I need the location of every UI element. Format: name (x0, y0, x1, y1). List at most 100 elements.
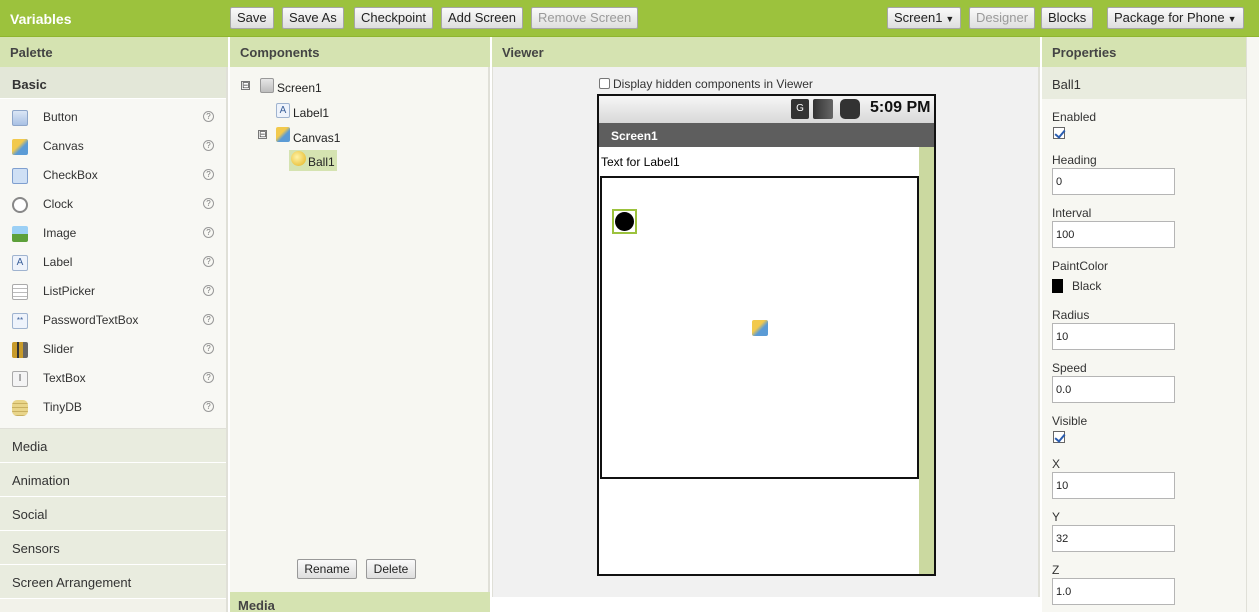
help-icon[interactable]: ? (203, 343, 214, 354)
button-icon (12, 110, 28, 126)
enabled-label: Enabled (1052, 110, 1097, 124)
blocks-button[interactable]: Blocks (1041, 7, 1094, 29)
palette-section-media[interactable]: Media (0, 429, 226, 463)
x-field[interactable]: 10 (1052, 472, 1175, 499)
palette-item-clock[interactable]: Clock ? (0, 192, 226, 221)
paintcolor-value[interactable]: Black (1072, 279, 1101, 293)
package-label: Package for Phone (1114, 10, 1225, 25)
palette-item-label: Label (43, 255, 73, 269)
palette-section-social[interactable]: Social (0, 497, 226, 531)
color-swatch[interactable] (1052, 279, 1063, 293)
palette-item-label: TextBox (43, 371, 86, 385)
help-icon[interactable]: ? (203, 401, 214, 412)
checkpoint-button[interactable]: Checkpoint (354, 7, 434, 29)
add-screen-button[interactable]: Add Screen (441, 7, 523, 29)
phone-preview: G 5:09 PM Screen1 Text for Label1 (597, 94, 936, 576)
heading-field[interactable]: 0 (1052, 168, 1175, 195)
palette-item-label: Clock (43, 197, 74, 211)
components-panel: ⊟ Screen1 A Label1 ⊟ Canvas1 Ball1 Renam… (230, 67, 490, 592)
palette-item-label: Button (43, 110, 78, 124)
chevron-down-icon: ▼ (1227, 14, 1237, 24)
palette-item-textbox[interactable]: I TextBox ? (0, 366, 226, 395)
right-edge (1246, 37, 1259, 612)
x-label: X (1052, 457, 1061, 471)
package-dropdown[interactable]: Package for Phone ▼ (1107, 7, 1244, 29)
palette-item-button[interactable]: Button ? (0, 105, 226, 134)
interval-field[interactable]: 100 (1052, 221, 1175, 248)
palette-item-image[interactable]: Image ? (0, 221, 226, 250)
checkbox-icon (12, 168, 28, 184)
label-icon: A (12, 255, 28, 271)
viewer-header: Viewer (492, 37, 1042, 67)
chevron-down-icon: ▼ (945, 14, 955, 24)
help-icon[interactable]: ? (203, 111, 214, 122)
collapse-icon[interactable]: ⊟ (258, 130, 267, 139)
interval-label: Interval (1052, 206, 1092, 220)
canvas1-preview[interactable] (600, 176, 919, 479)
tree-node-screen1[interactable]: Screen1 (277, 81, 322, 95)
palette-item-label: Image (43, 226, 77, 240)
viewer-panel: Display hidden components in Viewer G 5:… (492, 67, 1040, 597)
save-as-button[interactable]: Save As (282, 7, 344, 29)
help-icon[interactable]: ? (203, 256, 214, 267)
palette-list: Button ? Canvas ? CheckBox ? Clock ? Ima… (0, 99, 226, 429)
radius-field[interactable]: 10 (1052, 323, 1175, 350)
screen-select-dropdown[interactable]: Screen1 ▼ (887, 7, 962, 29)
y-field[interactable]: 32 (1052, 525, 1175, 552)
palette-item-listpicker[interactable]: ListPicker ? (0, 279, 226, 308)
label1-preview[interactable]: Text for Label1 (601, 155, 680, 169)
palette-item-label[interactable]: A Label ? (0, 250, 226, 279)
properties-header: Properties (1042, 37, 1259, 67)
display-hidden-checkbox[interactable]: Display hidden components in Viewer (599, 77, 813, 91)
palette-section-sensors[interactable]: Sensors (0, 531, 226, 565)
palette-header: Palette (0, 37, 230, 67)
help-icon[interactable]: ? (203, 227, 214, 238)
designer-button[interactable]: Designer (969, 7, 1036, 29)
palette-item-label: Slider (43, 342, 74, 356)
phone-scrollbar[interactable] (919, 147, 934, 574)
speed-field[interactable]: 0.0 (1052, 376, 1175, 403)
palette-item-checkbox[interactable]: CheckBox ? (0, 163, 226, 192)
screen-select-label: Screen1 (894, 10, 943, 25)
phone-title-bar: Screen1 (599, 123, 934, 147)
label-icon: A (276, 103, 290, 118)
palette-item-slider[interactable]: Slider ? (0, 337, 226, 366)
visible-checkbox[interactable] (1053, 431, 1065, 443)
tree-node-canvas1[interactable]: Canvas1 (293, 131, 340, 145)
rename-button[interactable]: Rename (297, 559, 357, 579)
y-label: Y (1052, 510, 1061, 524)
heading-label: Heading (1052, 153, 1097, 167)
help-icon[interactable]: ? (203, 140, 214, 151)
palette-section-screen-arrangement[interactable]: Screen Arrangement (0, 565, 226, 599)
ball1-preview[interactable] (612, 209, 637, 234)
z-label: Z (1052, 563, 1060, 577)
components-header: Components (230, 37, 492, 67)
signal-icon (813, 99, 833, 119)
properties-panel: Ball1 Enabled Heading 0 Interval 100 Pai… (1042, 67, 1246, 612)
battery-icon (840, 99, 860, 119)
help-icon[interactable]: ? (203, 372, 214, 383)
collapse-icon[interactable]: ⊟ (241, 81, 250, 90)
top-toolbar: Variables Save Save As Checkpoint Add Sc… (0, 0, 1259, 37)
checkbox-icon[interactable] (599, 78, 610, 89)
project-title: Variables (10, 11, 72, 27)
media-header: Media (230, 592, 490, 613)
remove-screen-button[interactable]: Remove Screen (531, 7, 639, 29)
help-icon[interactable]: ? (203, 285, 214, 296)
visible-label: Visible (1052, 414, 1088, 428)
palette-section-basic[interactable]: Basic (0, 67, 226, 99)
help-icon[interactable]: ? (203, 198, 214, 209)
tree-node-label1[interactable]: Label1 (293, 106, 329, 120)
tree-node-ball1-selected[interactable]: Ball1 (289, 150, 337, 171)
delete-button[interactable]: Delete (366, 559, 416, 579)
palette-section-animation[interactable]: Animation (0, 463, 226, 497)
palette-item-canvas[interactable]: Canvas ? (0, 134, 226, 163)
palette-item-passwordtextbox[interactable]: ** PasswordTextBox ? (0, 308, 226, 337)
save-button[interactable]: Save (230, 7, 274, 29)
help-icon[interactable]: ? (203, 169, 214, 180)
z-field[interactable]: 1.0 (1052, 578, 1175, 605)
palette-item-tinydb[interactable]: TinyDB ? (0, 395, 226, 424)
enabled-checkbox[interactable] (1053, 127, 1065, 139)
clock-icon (12, 197, 28, 213)
help-icon[interactable]: ? (203, 314, 214, 325)
